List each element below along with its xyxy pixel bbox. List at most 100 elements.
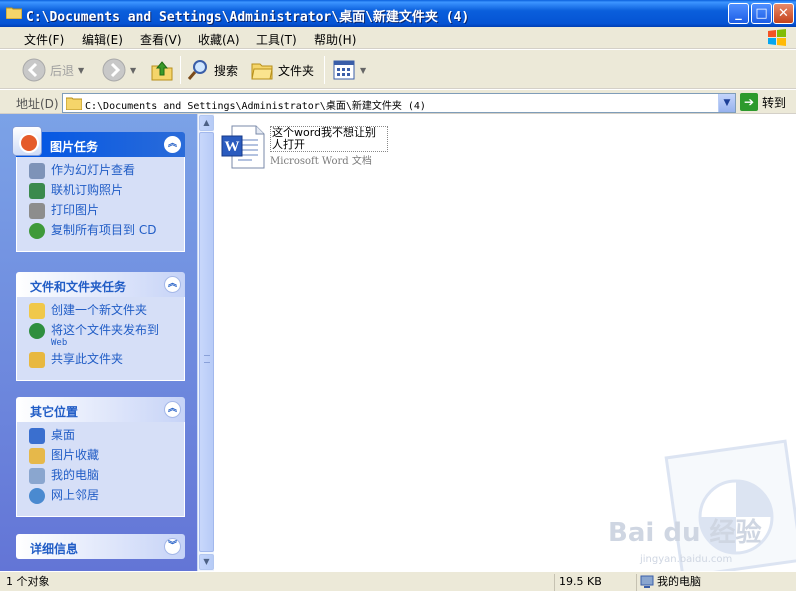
menu-file[interactable]: 文件(F) — [24, 31, 64, 48]
collapse-chevron-up-icon[interactable]: ︽ — [164, 401, 181, 418]
scroll-up-icon[interactable]: ▲ — [199, 115, 214, 131]
address-bar: 地址(D) C:\Documents and Settings\Administ… — [0, 89, 796, 114]
file-item[interactable]: W 这个word我不想让别人打开 Microsoft Word 文档 — [220, 124, 390, 184]
panel-picture-tasks: 图片任务 ︽ 作为幻灯片查看 联机订购照片 打印图片 复制所有项目到 CD — [12, 126, 185, 252]
status-bar: 1 个对象 19.5 KB 我的电脑 — [0, 571, 796, 591]
task-order-prints[interactable]: 联机订购照片 — [29, 183, 176, 199]
menu-edit[interactable]: 编辑(E) — [82, 31, 123, 48]
place-my-pictures[interactable]: 图片收藏 — [29, 448, 176, 464]
folders-label: 文件夹 — [278, 63, 315, 78]
folder-up-icon — [151, 61, 173, 81]
address-label: 地址(D) — [16, 97, 59, 111]
minimize-button[interactable]: _ — [728, 3, 749, 24]
toolbar-separator — [324, 56, 325, 84]
window-title: C:\Documents and Settings\Administrator\… — [26, 10, 470, 25]
chevron-down-icon[interactable]: ▼ — [78, 66, 84, 75]
new-folder-icon — [29, 303, 45, 319]
go-button[interactable]: ➔ 转到 — [740, 93, 786, 111]
scroll-thumb[interactable] — [199, 132, 214, 552]
menu-view[interactable]: 查看(V) — [140, 31, 182, 48]
panel-header[interactable]: 详细信息 ︾ — [16, 534, 185, 559]
slideshow-icon — [29, 163, 45, 179]
folder-icon — [66, 97, 82, 110]
view-grid-icon — [333, 60, 355, 80]
panel-header[interactable]: 文件和文件夹任务 ︽ — [16, 272, 185, 297]
panel-other-places: 其它位置 ︽ 桌面 图片收藏 我的电脑 网上邻居 — [16, 397, 185, 517]
task-share-folder[interactable]: 共享此文件夹 — [29, 352, 176, 368]
task-publish-web[interactable]: 将这个文件夹发布到 Web — [29, 323, 176, 348]
printer-icon — [29, 203, 45, 219]
share-folder-icon — [29, 352, 45, 368]
status-object-count: 1 个对象 — [6, 575, 50, 588]
panel-file-tasks: 文件和文件夹任务 ︽ 创建一个新文件夹 将这个文件夹发布到 Web 共享此文件夹 — [16, 272, 185, 381]
collapse-chevron-up-icon[interactable]: ︽ — [164, 136, 181, 153]
file-type: Microsoft Word 文档 — [270, 156, 372, 167]
panel-details: 详细信息 ︾ — [16, 534, 185, 559]
scroll-down-icon[interactable]: ▼ — [199, 554, 214, 570]
panel-header[interactable]: 其它位置 ︽ — [16, 397, 185, 422]
place-desktop[interactable]: 桌面 — [29, 428, 176, 444]
globe-icon — [29, 183, 45, 199]
maximize-button[interactable]: □ — [751, 3, 772, 24]
panel-header[interactable]: 图片任务 ︽ — [12, 126, 185, 157]
expand-chevron-down-icon[interactable]: ︾ — [164, 538, 181, 555]
panel-title: 详细信息 — [30, 542, 79, 556]
place-network[interactable]: 网上邻居 — [29, 488, 176, 504]
panel-title: 图片任务 — [50, 140, 99, 154]
grip-icon — [204, 355, 210, 363]
menu-help[interactable]: 帮助(H) — [314, 31, 356, 48]
task-new-folder[interactable]: 创建一个新文件夹 — [29, 303, 176, 319]
chevron-down-icon[interactable]: ▼ — [130, 66, 136, 75]
back-button[interactable]: 后退 ▼ — [22, 56, 84, 84]
status-location: 我的电脑 — [636, 574, 794, 591]
menu-bar: 文件(F) 编辑(E) 查看(V) 收藏(A) 工具(T) 帮助(H) — [0, 27, 796, 49]
panel-body: 创建一个新文件夹 将这个文件夹发布到 Web 共享此文件夹 — [16, 297, 185, 381]
baidu-watermark-url: jingyan.baidu.com — [640, 554, 733, 565]
picture-tasks-icon — [12, 126, 42, 156]
publish-web-icon — [29, 323, 45, 339]
folders-button[interactable]: 文件夹 — [250, 56, 314, 84]
task-copy-to-cd[interactable]: 复制所有项目到 CD — [29, 223, 176, 239]
panel-body: 桌面 图片收藏 我的电脑 网上邻居 — [16, 422, 185, 517]
toolbar: 后退 ▼ ▼ 搜索 文件夹 ▼ — [0, 49, 796, 89]
search-icon — [187, 60, 207, 80]
search-label: 搜索 — [214, 63, 239, 78]
panel-title: 文件和文件夹任务 — [30, 280, 127, 294]
address-input[interactable]: C:\Documents and Settings\Administrator\… — [62, 93, 736, 113]
status-location-label: 我的电脑 — [657, 575, 701, 588]
menu-tools[interactable]: 工具(T) — [256, 31, 297, 48]
address-dropdown-icon[interactable]: ▼ — [718, 94, 735, 112]
title-bar[interactable]: C:\Documents and Settings\Administrator\… — [0, 0, 796, 27]
address-value: C:\Documents and Settings\Administrator\… — [85, 101, 426, 112]
task-sub-label: Web — [51, 338, 68, 348]
windows-logo-icon — [768, 29, 786, 46]
chevron-down-icon[interactable]: ▼ — [360, 66, 366, 75]
svg-text:W: W — [225, 139, 240, 155]
word-document-icon: W — [221, 125, 265, 169]
back-arrow-icon — [22, 58, 46, 82]
folder-icon — [6, 7, 22, 19]
close-button[interactable]: ✕ — [773, 3, 794, 24]
back-label: 后退 — [50, 63, 75, 78]
search-button[interactable]: 搜索 — [186, 56, 238, 84]
forward-button[interactable]: ▼ — [102, 56, 136, 84]
cd-icon — [29, 223, 45, 239]
task-print-pictures[interactable]: 打印图片 — [29, 203, 176, 219]
menu-favorites[interactable]: 收藏(A) — [198, 31, 240, 48]
forward-arrow-icon — [102, 58, 126, 82]
up-folder-button[interactable] — [150, 56, 174, 84]
picture-watermark-icon — [664, 439, 796, 571]
file-list-pane[interactable]: W 这个word我不想让别人打开 Microsoft Word 文档 Bai d… — [214, 114, 796, 571]
network-icon — [29, 488, 45, 504]
task-pane-scrollbar[interactable]: ▲ ▼ — [197, 114, 214, 571]
toolbar-separator — [180, 56, 181, 84]
explorer-window: C:\Documents and Settings\Administrator\… — [0, 0, 796, 591]
views-button[interactable]: ▼ — [332, 56, 366, 84]
task-slideshow[interactable]: 作为幻灯片查看 — [29, 163, 176, 179]
place-my-computer[interactable]: 我的电脑 — [29, 468, 176, 484]
computer-icon — [29, 468, 45, 484]
file-name: 这个word我不想让别人打开 — [270, 126, 388, 152]
pictures-folder-icon — [29, 448, 45, 464]
computer-icon — [640, 575, 654, 588]
collapse-chevron-up-icon[interactable]: ︽ — [164, 276, 181, 293]
